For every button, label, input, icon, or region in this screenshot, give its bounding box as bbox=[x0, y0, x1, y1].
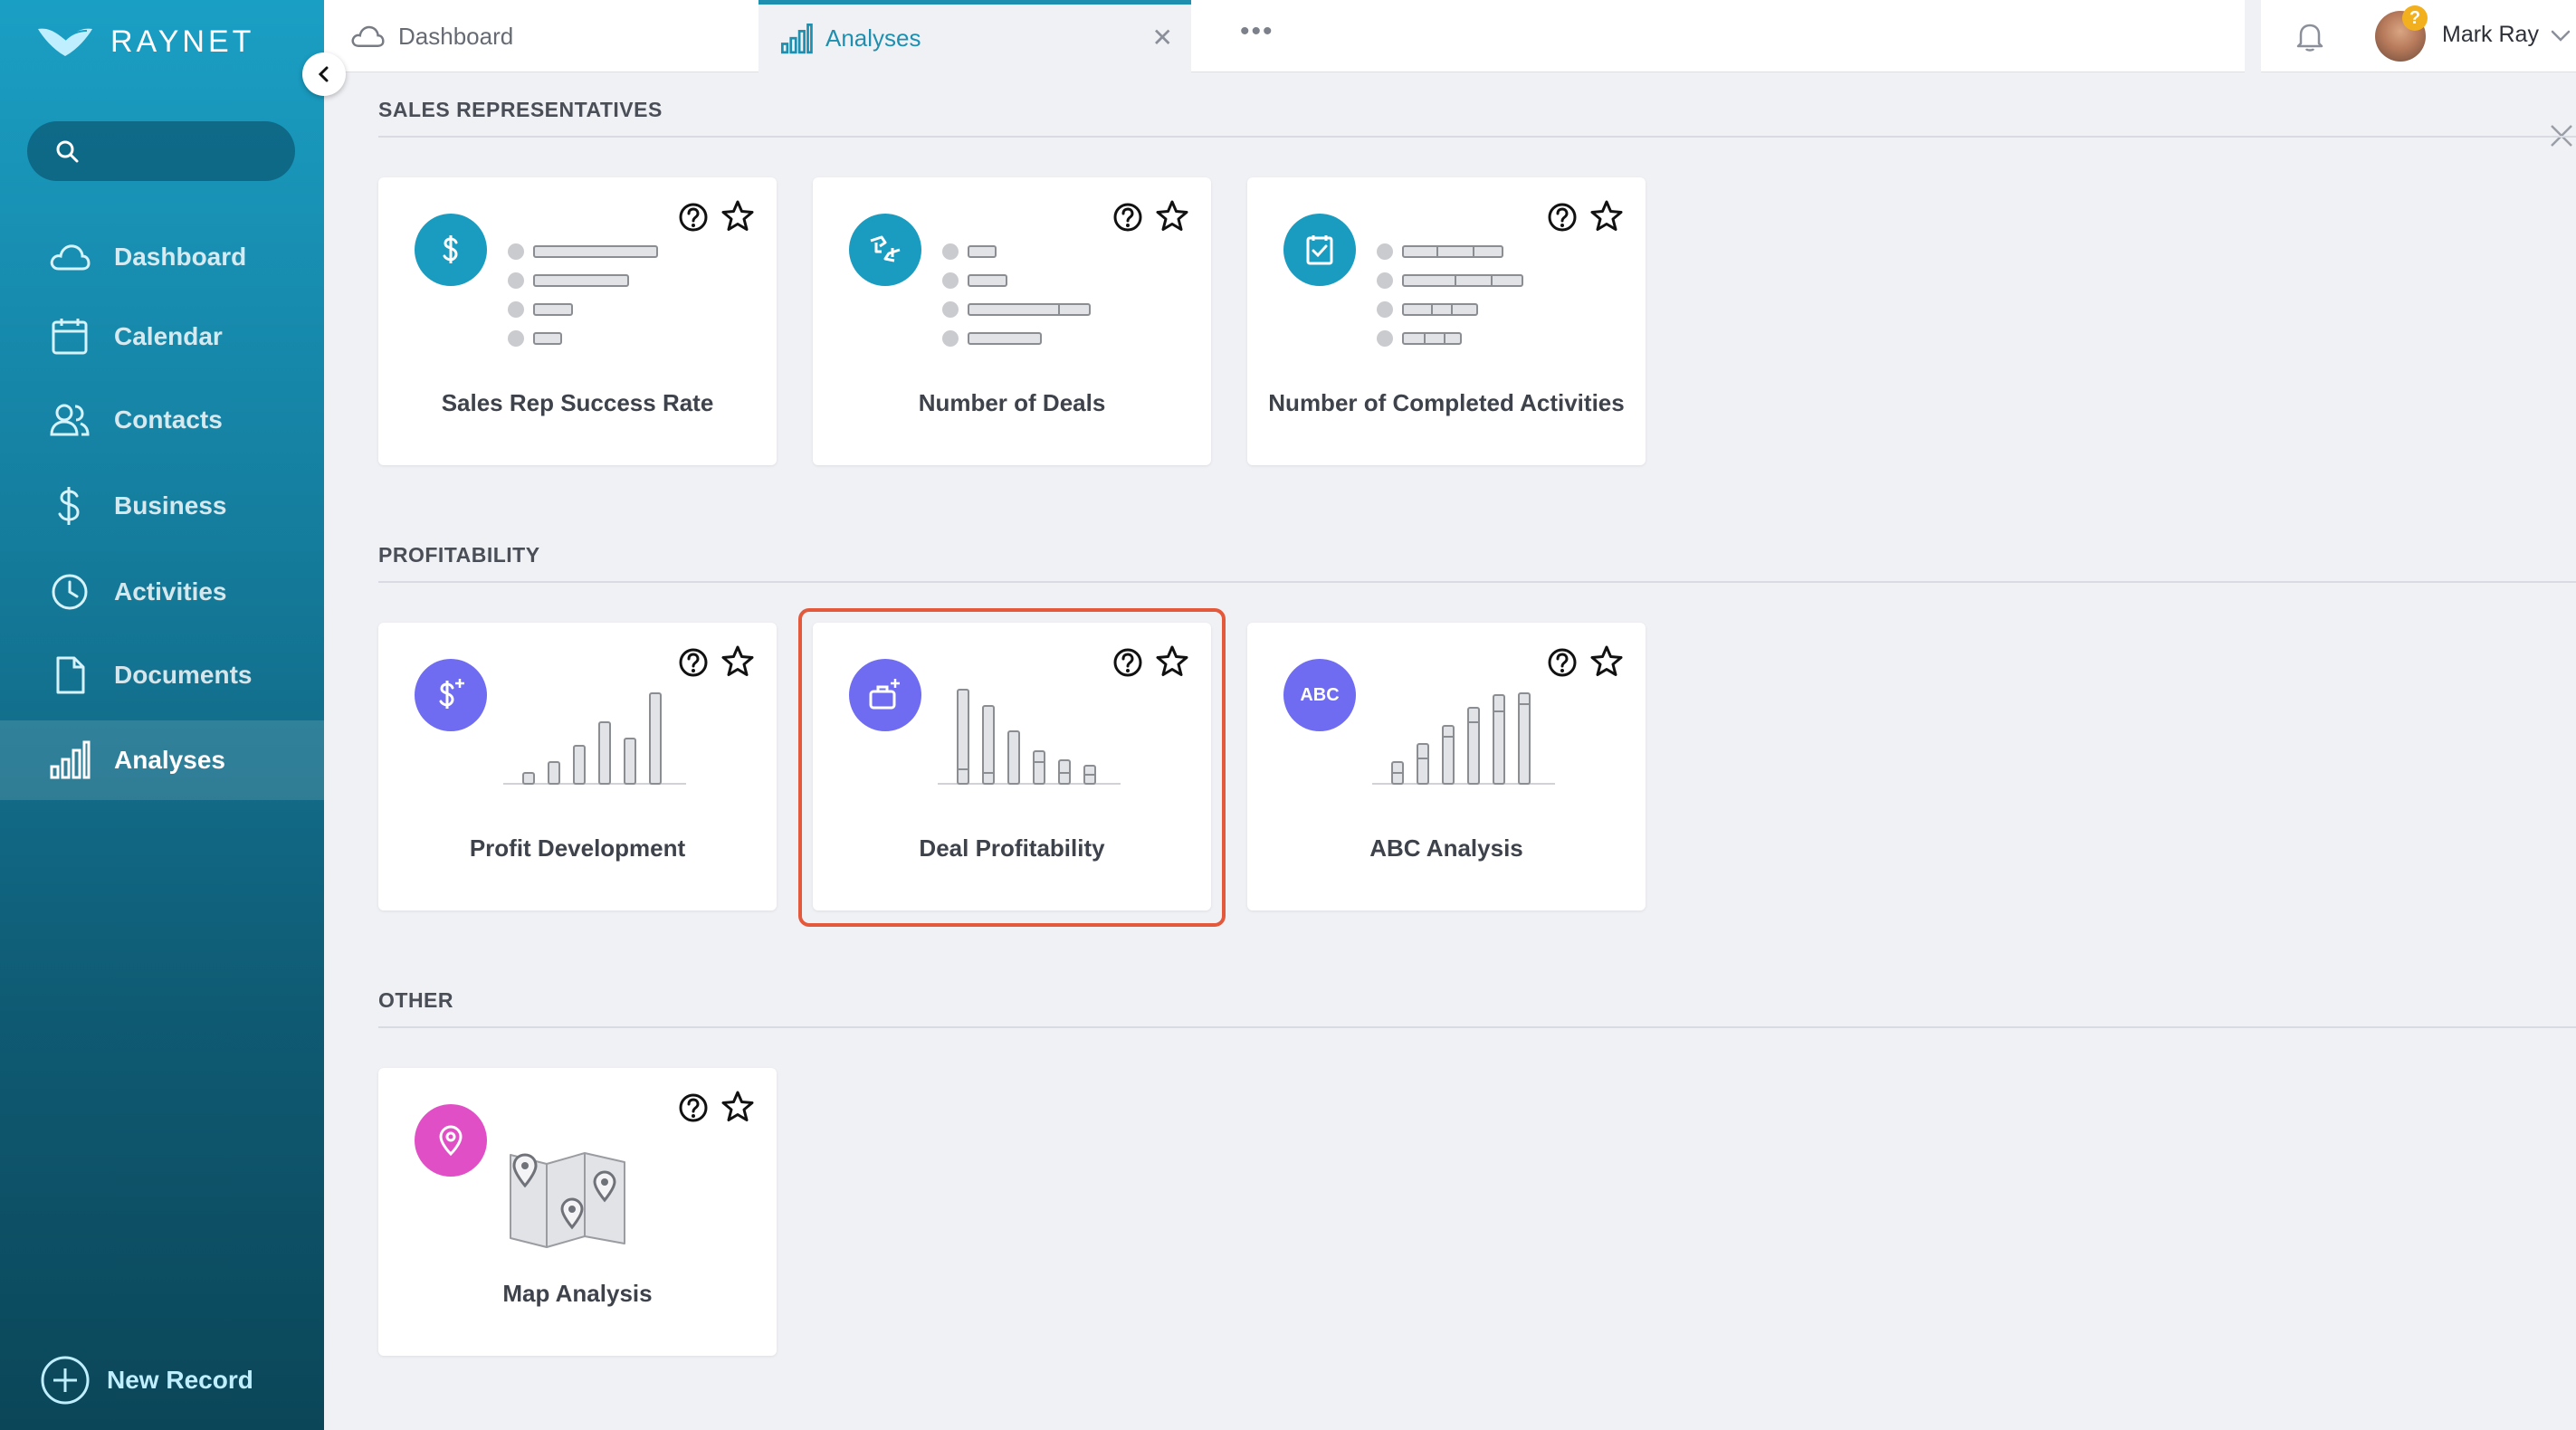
sidebar-search[interactable] bbox=[27, 121, 295, 181]
dollar-icon bbox=[415, 214, 487, 286]
dollar-icon bbox=[58, 487, 80, 525]
card-profit-development[interactable]: Profit Development bbox=[378, 623, 777, 910]
sidebar-item-documents[interactable]: Documents bbox=[0, 635, 324, 715]
bell-icon[interactable] bbox=[2294, 20, 2326, 52]
bar-illustration bbox=[1372, 692, 1555, 785]
list-illustration bbox=[942, 243, 1091, 347]
tab-bar: Dashboard Analyses ✕ ••• bbox=[324, 0, 2245, 72]
tab-analyses[interactable]: Analyses ✕ bbox=[758, 0, 1191, 72]
list-illustration bbox=[1377, 243, 1523, 347]
new-record-label: New Record bbox=[107, 1366, 253, 1394]
sidebar-item-label: Dashboard bbox=[114, 243, 247, 271]
card-label: ABC Analysis bbox=[1369, 834, 1523, 862]
card-label: Number of Deals bbox=[918, 389, 1106, 416]
dollar-plus-icon bbox=[415, 659, 487, 731]
sidebar-item-business[interactable]: Business bbox=[0, 466, 324, 546]
star-icon[interactable] bbox=[720, 199, 755, 234]
card-number-of-deals[interactable]: Number of Deals bbox=[813, 177, 1211, 465]
bar-chart-icon bbox=[50, 740, 91, 779]
sidebar-item-label: Analyses bbox=[114, 746, 225, 774]
card-abc-analysis[interactable]: ABC ABC Analysis bbox=[1247, 623, 1646, 910]
document-icon bbox=[56, 656, 85, 694]
card-label: Map Analysis bbox=[502, 1280, 653, 1307]
sidebar-collapse-button[interactable] bbox=[302, 52, 346, 96]
help-badge[interactable]: ? bbox=[2402, 5, 2428, 31]
tab-dashboard[interactable]: Dashboard bbox=[349, 0, 513, 72]
section-divider bbox=[378, 581, 2576, 583]
selected-card-highlight bbox=[798, 608, 1226, 927]
search-icon bbox=[56, 140, 79, 163]
card-label: Profit Development bbox=[469, 834, 686, 862]
user-bar: ? Mark Ray bbox=[2261, 0, 2576, 72]
section-divider bbox=[378, 1026, 2576, 1028]
card-label: Number of Completed Activities bbox=[1268, 389, 1625, 416]
tab-label: Dashboard bbox=[398, 22, 514, 50]
section-divider bbox=[378, 136, 2576, 138]
tab-label: Analyses bbox=[825, 24, 921, 52]
checklist-icon bbox=[1283, 214, 1356, 286]
clock-icon bbox=[52, 574, 88, 610]
new-record-button[interactable]: New Record bbox=[40, 1355, 253, 1406]
sidebar-item-contacts[interactable]: Contacts bbox=[0, 380, 324, 460]
star-icon[interactable] bbox=[1155, 199, 1189, 234]
calendar-icon bbox=[52, 319, 88, 355]
logo-text: RAYNET bbox=[110, 24, 255, 59]
star-icon[interactable] bbox=[1589, 644, 1624, 679]
star-icon[interactable] bbox=[720, 1090, 755, 1124]
user-name[interactable]: Mark Ray bbox=[2442, 22, 2539, 48]
plus-circle-icon bbox=[41, 1356, 90, 1405]
map-illustration bbox=[510, 1152, 625, 1248]
card-label: Sales Rep Success Rate bbox=[441, 389, 714, 416]
sidebar-item-label: Activities bbox=[114, 577, 227, 605]
star-icon[interactable] bbox=[720, 644, 755, 679]
sidebar-item-label: Contacts bbox=[114, 405, 223, 434]
abc-icon: ABC bbox=[1283, 659, 1356, 731]
sidebar-item-label: Business bbox=[114, 491, 227, 520]
more-tabs-button[interactable]: ••• bbox=[1240, 16, 1274, 47]
search-input[interactable] bbox=[92, 137, 273, 166]
raynet-ray-icon bbox=[38, 28, 92, 56]
sidebar-item-calendar[interactable]: Calendar bbox=[0, 297, 324, 377]
section-title-other: OTHER bbox=[378, 988, 453, 1012]
map-pin-icon bbox=[415, 1104, 487, 1177]
sidebar: RAYNET Dashboard Calendar Contacts Busin… bbox=[0, 0, 324, 1430]
star-icon[interactable] bbox=[1589, 199, 1624, 234]
chevron-down-icon[interactable] bbox=[2549, 24, 2572, 47]
chevron-left-icon bbox=[318, 66, 329, 82]
handshake-icon bbox=[849, 214, 921, 286]
cloud-icon bbox=[50, 244, 91, 271]
raynet-logo[interactable]: RAYNET bbox=[36, 24, 254, 60]
contacts-icon bbox=[50, 404, 90, 436]
sidebar-item-label: Documents bbox=[114, 661, 253, 689]
cloud-icon bbox=[351, 25, 385, 47]
sidebar-item-label: Calendar bbox=[114, 322, 223, 350]
section-title-profitability: PROFITABILITY bbox=[378, 543, 540, 567]
sidebar-item-activities[interactable]: Activities bbox=[0, 552, 324, 632]
list-illustration bbox=[508, 243, 658, 347]
sidebar-item-dashboard[interactable]: Dashboard bbox=[0, 217, 324, 297]
card-sales-rep-success-rate[interactable]: Sales Rep Success Rate bbox=[378, 177, 777, 465]
bar-chart-icon bbox=[780, 23, 813, 53]
card-map-analysis[interactable]: Map Analysis bbox=[378, 1068, 777, 1356]
sidebar-item-analyses[interactable]: Analyses bbox=[0, 720, 324, 800]
close-tab-icon[interactable]: ✕ bbox=[1152, 23, 1173, 52]
bar-illustration bbox=[503, 692, 686, 785]
section-title-sales-representatives: SALES REPRESENTATIVES bbox=[378, 98, 663, 121]
card-number-of-completed-activities[interactable]: Number of Completed Activities bbox=[1247, 177, 1646, 465]
